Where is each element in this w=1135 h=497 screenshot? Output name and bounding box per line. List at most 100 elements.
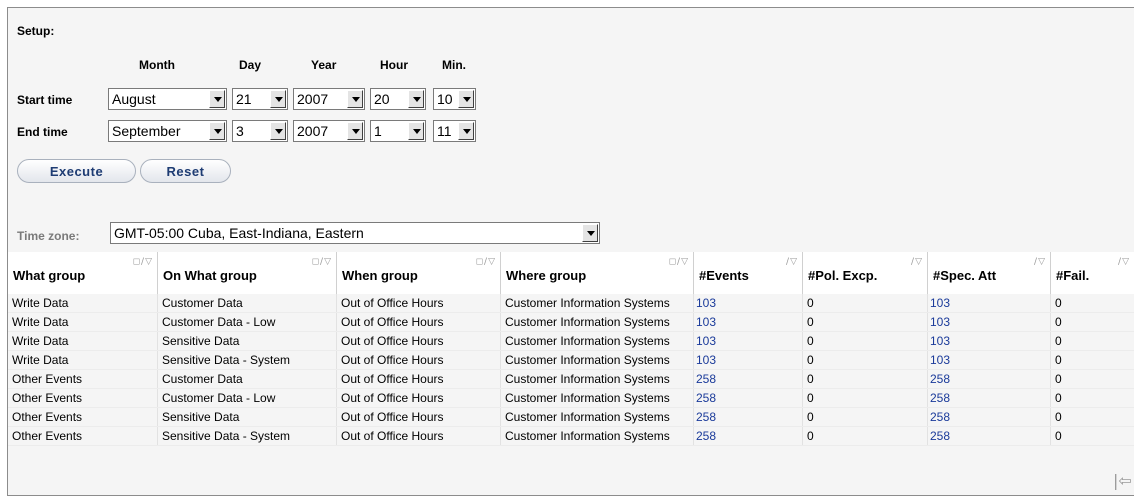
table-cell: Sensitive Data - System <box>158 351 337 369</box>
chevron-down-icon[interactable] <box>347 122 363 140</box>
count-link[interactable]: 103 <box>928 294 1051 312</box>
timezone-label: Time zone: <box>17 229 80 243</box>
count-link[interactable]: 103 <box>928 351 1051 369</box>
table-cell: Sensitive Data - System <box>158 427 337 445</box>
table-row: Write Data Sensitive Data Out of Office Ho… <box>8 332 1134 350</box>
day-header: Day <box>239 58 262 72</box>
setup-title: Setup: <box>17 24 55 38</box>
chevron-down-icon[interactable] <box>347 90 363 108</box>
table-cell: 0 <box>803 294 928 312</box>
count-link[interactable]: 258 <box>694 427 803 445</box>
column-header-label: #Pol. Excp. <box>808 268 878 283</box>
start-month-select[interactable]: August <box>108 88 227 110</box>
chevron-down-icon[interactable] <box>458 122 474 140</box>
count-link[interactable]: 103 <box>694 351 803 369</box>
scroll-left-icon[interactable]: |⇦ <box>1113 471 1132 490</box>
start-min-select[interactable]: 10 <box>433 88 476 110</box>
chevron-down-icon[interactable] <box>458 90 474 108</box>
timezone-select[interactable]: GMT-05:00 Cuba, East-Indiana, Eastern <box>110 222 600 244</box>
end-month-select[interactable]: September <box>108 120 227 142</box>
chevron-down-icon[interactable] <box>408 90 424 108</box>
table-row: Other Events Sensitive Data - System Out o… <box>8 427 1134 445</box>
table-row: Write Data Customer Data Out of Office Hou… <box>8 294 1134 312</box>
table-row: Other Events Sensitive Data Out of Office … <box>8 408 1134 426</box>
table-cell: Customer Data - Low <box>158 389 337 407</box>
table-cell: Customer Information Systems <box>501 313 694 331</box>
chevron-down-icon[interactable] <box>270 122 286 140</box>
sort-icon[interactable]: ∕▽ <box>911 257 923 267</box>
end-min-select[interactable]: 11 <box>433 120 476 142</box>
count-link[interactable]: 258 <box>694 370 803 388</box>
table-cell: Customer Information Systems <box>501 351 694 369</box>
table-cell: Out of Office Hours <box>337 389 501 407</box>
table-cell: Write Data <box>8 294 158 312</box>
end-hour-select[interactable]: 1 <box>370 120 426 142</box>
min-header: Min. <box>442 58 466 72</box>
chevron-down-icon[interactable] <box>408 122 424 140</box>
table-cell: 0 <box>803 389 928 407</box>
sort-icon[interactable]: ∕▽ <box>1118 257 1130 267</box>
table-cell: Out of Office Hours <box>337 351 501 369</box>
table-cell: 0 <box>803 313 928 331</box>
sort-icon[interactable]: ◻∕▽ <box>133 257 153 267</box>
year-header: Year <box>311 58 337 72</box>
table-cell: 0 <box>1051 370 1134 388</box>
table-cell: Other Events <box>8 427 158 445</box>
count-link[interactable]: 258 <box>928 427 1051 445</box>
column-header-label: When group <box>342 268 418 283</box>
table-cell: Customer Information Systems <box>501 370 694 388</box>
count-link[interactable]: 258 <box>694 408 803 426</box>
start-year-select[interactable]: 2007 <box>293 88 365 110</box>
count-link[interactable]: 103 <box>928 313 1051 331</box>
table-cell: 0 <box>1051 389 1134 407</box>
table-cell: Customer Information Systems <box>501 408 694 426</box>
count-link[interactable]: 258 <box>928 408 1051 426</box>
table-cell: 0 <box>1051 294 1134 312</box>
reset-button[interactable]: Reset <box>140 159 231 183</box>
column-header[interactable]: #Pol. Excp. ∕▽ <box>803 252 928 294</box>
end-year-select[interactable]: 2007 <box>293 120 365 142</box>
table-cell: Customer Information Systems <box>501 389 694 407</box>
table-cell: 0 <box>1051 332 1134 350</box>
sort-icon[interactable]: ◻∕▽ <box>669 257 689 267</box>
count-link[interactable]: 258 <box>928 389 1051 407</box>
table-row: Write Data Sensitive Data - System Out of … <box>8 351 1134 369</box>
sort-icon[interactable]: ◻∕▽ <box>312 257 332 267</box>
count-link[interactable]: 103 <box>928 332 1051 350</box>
table-cell: Out of Office Hours <box>337 408 501 426</box>
chevron-down-icon[interactable] <box>209 122 225 140</box>
table-cell: Out of Office Hours <box>337 313 501 331</box>
count-link[interactable]: 103 <box>694 294 803 312</box>
execute-button[interactable]: Execute <box>17 159 136 183</box>
chevron-down-icon[interactable] <box>270 90 286 108</box>
start-day-select[interactable]: 21 <box>232 88 288 110</box>
sort-icon[interactable]: ∕▽ <box>786 257 798 267</box>
table-cell: 0 <box>1051 408 1134 426</box>
sort-icon[interactable]: ◻∕▽ <box>476 257 496 267</box>
column-header[interactable]: On What group ◻∕▽ <box>158 252 337 294</box>
table-cell: 0 <box>803 332 928 350</box>
column-header[interactable]: #Fail. ∕▽ <box>1051 252 1134 294</box>
count-link[interactable]: 258 <box>928 370 1051 388</box>
end-day-select[interactable]: 3 <box>232 120 288 142</box>
column-header-label: What group <box>13 268 86 283</box>
table-cell: Sensitive Data <box>158 408 337 426</box>
column-header[interactable]: What group ◻∕▽ <box>8 252 158 294</box>
table-cell: Write Data <box>8 313 158 331</box>
table-cell: Customer Information Systems <box>501 294 694 312</box>
count-link[interactable]: 103 <box>694 332 803 350</box>
start-hour-select[interactable]: 20 <box>370 88 426 110</box>
chevron-down-icon[interactable] <box>582 224 598 242</box>
column-header[interactable]: #Events ∕▽ <box>694 252 803 294</box>
chevron-down-icon[interactable] <box>209 90 225 108</box>
table-cell: Customer Information Systems <box>501 332 694 350</box>
count-link[interactable]: 103 <box>694 313 803 331</box>
table-cell: 0 <box>1051 427 1134 445</box>
column-header[interactable]: When group ◻∕▽ <box>337 252 501 294</box>
hour-header: Hour <box>380 58 408 72</box>
count-link[interactable]: 258 <box>694 389 803 407</box>
column-header[interactable]: Where group ◻∕▽ <box>501 252 694 294</box>
table-cell: 0 <box>803 427 928 445</box>
column-header[interactable]: #Spec. Att ∕▽ <box>928 252 1051 294</box>
sort-icon[interactable]: ∕▽ <box>1034 257 1046 267</box>
